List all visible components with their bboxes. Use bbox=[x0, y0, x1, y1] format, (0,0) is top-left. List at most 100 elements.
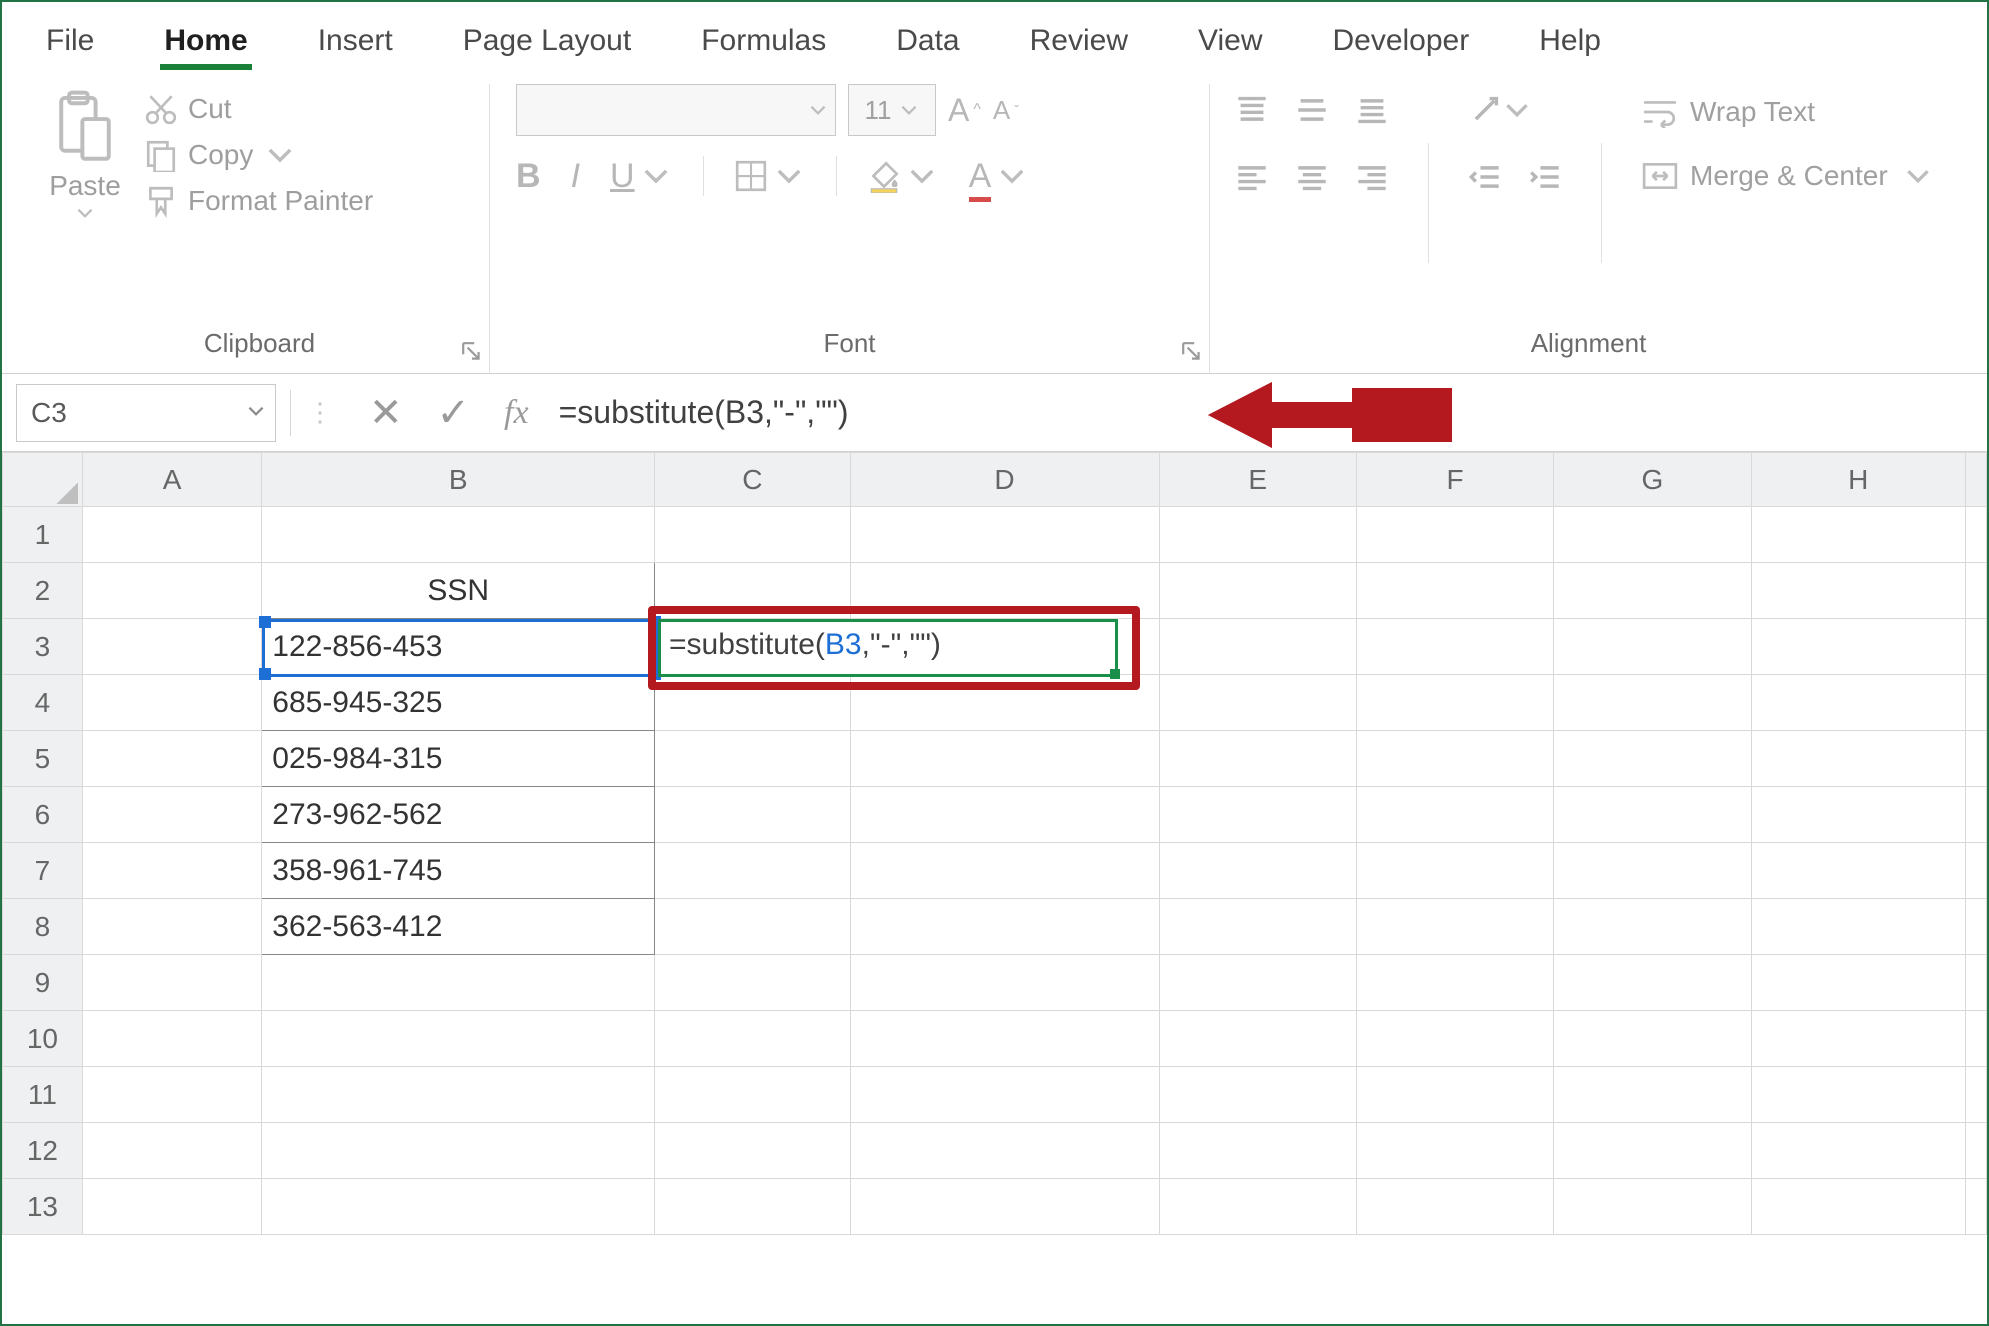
cell-B7[interactable]: 358-961-745 bbox=[262, 843, 655, 899]
row-header-3[interactable]: 3 bbox=[3, 619, 83, 675]
clipboard-dialog-launcher[interactable] bbox=[461, 341, 483, 363]
cut-label: Cut bbox=[188, 93, 232, 125]
tab-page-layout[interactable]: Page Layout bbox=[459, 12, 635, 74]
decrease-font-button[interactable]: Aˇ bbox=[993, 95, 1019, 126]
annotation-arrow bbox=[1202, 370, 1462, 465]
chevron-down-icon bbox=[898, 99, 920, 121]
enter-formula-button[interactable]: ✓ bbox=[437, 390, 471, 436]
clipboard-group-label: Clipboard bbox=[30, 322, 489, 373]
insert-function-button[interactable]: fx bbox=[504, 394, 529, 432]
row-header-1[interactable]: 1 bbox=[3, 507, 83, 563]
select-all-corner[interactable] bbox=[3, 453, 83, 507]
active-cell-editor[interactable]: =substitute(B3,"-","") bbox=[658, 619, 1118, 677]
row-header-4[interactable]: 4 bbox=[3, 675, 83, 731]
bucket-icon bbox=[867, 159, 901, 193]
align-left-button[interactable] bbox=[1236, 161, 1268, 198]
font-name-selector[interactable] bbox=[516, 84, 836, 136]
paste-label: Paste bbox=[49, 170, 121, 202]
wrap-text-button[interactable]: Wrap Text bbox=[1642, 96, 1936, 128]
format-painter-button[interactable]: Format Painter bbox=[144, 184, 373, 218]
cancel-formula-button[interactable]: ✕ bbox=[369, 390, 403, 436]
paintbrush-icon bbox=[144, 184, 178, 218]
borders-button[interactable] bbox=[734, 159, 806, 193]
row-header-13[interactable]: 13 bbox=[3, 1179, 83, 1235]
wrap-text-label: Wrap Text bbox=[1690, 96, 1815, 128]
col-header-B[interactable]: B bbox=[262, 453, 655, 507]
col-header-overflow[interactable] bbox=[1965, 453, 1986, 507]
tab-help[interactable]: Help bbox=[1535, 12, 1605, 74]
cell-B3[interactable]: 122-856-453 bbox=[262, 619, 655, 675]
increase-font-button[interactable]: A^ bbox=[948, 92, 981, 129]
name-box[interactable]: C3 bbox=[16, 384, 276, 442]
borders-icon bbox=[734, 159, 768, 193]
font-dialog-launcher[interactable] bbox=[1181, 341, 1203, 363]
row-header-6[interactable]: 6 bbox=[3, 787, 83, 843]
chevron-down-icon bbox=[995, 159, 1029, 193]
tab-home[interactable]: Home bbox=[160, 12, 251, 74]
cell-B2[interactable]: SSN bbox=[262, 563, 655, 619]
cell-B8[interactable]: 362-563-412 bbox=[262, 899, 655, 955]
orientation-button[interactable] bbox=[1469, 94, 1533, 131]
cut-button[interactable]: Cut bbox=[144, 92, 373, 126]
row-header-5[interactable]: 5 bbox=[3, 731, 83, 787]
fill-color-button[interactable] bbox=[867, 159, 939, 193]
increase-indent-button[interactable] bbox=[1529, 161, 1561, 198]
align-bottom-button[interactable] bbox=[1356, 94, 1388, 131]
row-header-12[interactable]: 12 bbox=[3, 1123, 83, 1179]
wrap-text-icon bbox=[1642, 96, 1678, 128]
col-header-H[interactable]: H bbox=[1751, 453, 1965, 507]
cell-B6[interactable]: 273-962-562 bbox=[262, 787, 655, 843]
row-header-8[interactable]: 8 bbox=[3, 899, 83, 955]
row-header-11[interactable]: 11 bbox=[3, 1067, 83, 1123]
col-header-F[interactable]: F bbox=[1356, 453, 1553, 507]
row-header-2[interactable]: 2 bbox=[3, 563, 83, 619]
paste-button[interactable]: Paste bbox=[30, 84, 140, 322]
bold-button[interactable]: B bbox=[516, 157, 541, 196]
align-top-button[interactable] bbox=[1236, 94, 1268, 131]
cell-B4[interactable]: 685-945-325 bbox=[262, 675, 655, 731]
tab-insert[interactable]: Insert bbox=[314, 12, 397, 74]
row-header-7[interactable]: 7 bbox=[3, 843, 83, 899]
tab-developer[interactable]: Developer bbox=[1328, 12, 1473, 74]
tab-data[interactable]: Data bbox=[892, 12, 963, 74]
alignment-group-label: Alignment bbox=[1210, 322, 1967, 373]
col-header-A[interactable]: A bbox=[82, 453, 261, 507]
tab-file[interactable]: File bbox=[42, 12, 98, 74]
merge-center-button[interactable]: Merge & Center bbox=[1642, 160, 1936, 192]
italic-button[interactable]: I bbox=[571, 157, 580, 196]
font-size-selector[interactable]: 11 bbox=[848, 84, 936, 136]
merge-center-label: Merge & Center bbox=[1690, 160, 1888, 192]
tab-review[interactable]: Review bbox=[1026, 12, 1132, 74]
group-alignment: Wrap Text Merge & Center Alignment bbox=[1210, 84, 1967, 373]
formula-text-suffix: ,"-","") bbox=[862, 628, 941, 661]
format-painter-label: Format Painter bbox=[188, 185, 373, 217]
decrease-indent-button[interactable] bbox=[1469, 161, 1501, 198]
scissors-icon bbox=[144, 92, 178, 126]
cell-B5[interactable]: 025-984-315 bbox=[262, 731, 655, 787]
tab-view[interactable]: View bbox=[1194, 12, 1266, 74]
font-size-value: 11 bbox=[865, 95, 892, 126]
worksheet-grid[interactable]: A B C D E F G H 1 2SSN 3122-856-453 4685… bbox=[2, 452, 1987, 1235]
font-color-button[interactable]: A bbox=[969, 157, 1030, 196]
fill-handle[interactable] bbox=[1110, 669, 1120, 679]
copy-label: Copy bbox=[188, 139, 253, 171]
row-header-10[interactable]: 10 bbox=[3, 1011, 83, 1067]
formula-bar: C3 ⋮ ✕ ✓ fx =substitute(B3,"-","") bbox=[2, 374, 1987, 452]
formula-text-ref: B3 bbox=[825, 628, 862, 661]
separator bbox=[703, 156, 704, 196]
col-header-C[interactable]: C bbox=[655, 453, 850, 507]
group-font: 11 A^ Aˇ B I U bbox=[490, 84, 1210, 373]
row-header-9[interactable]: 9 bbox=[3, 955, 83, 1011]
underline-button[interactable]: U bbox=[610, 157, 673, 196]
col-header-E[interactable]: E bbox=[1159, 453, 1356, 507]
chevron-down-icon bbox=[263, 138, 297, 172]
col-header-D[interactable]: D bbox=[850, 453, 1159, 507]
formula-text-prefix: =substitute( bbox=[669, 628, 825, 661]
align-right-button[interactable] bbox=[1356, 161, 1388, 198]
clipboard-icon bbox=[53, 90, 117, 164]
copy-button[interactable]: Copy bbox=[144, 138, 373, 172]
tab-formulas[interactable]: Formulas bbox=[697, 12, 830, 74]
align-middle-button[interactable] bbox=[1296, 94, 1328, 131]
align-center-button[interactable] bbox=[1296, 161, 1328, 198]
col-header-G[interactable]: G bbox=[1554, 453, 1751, 507]
